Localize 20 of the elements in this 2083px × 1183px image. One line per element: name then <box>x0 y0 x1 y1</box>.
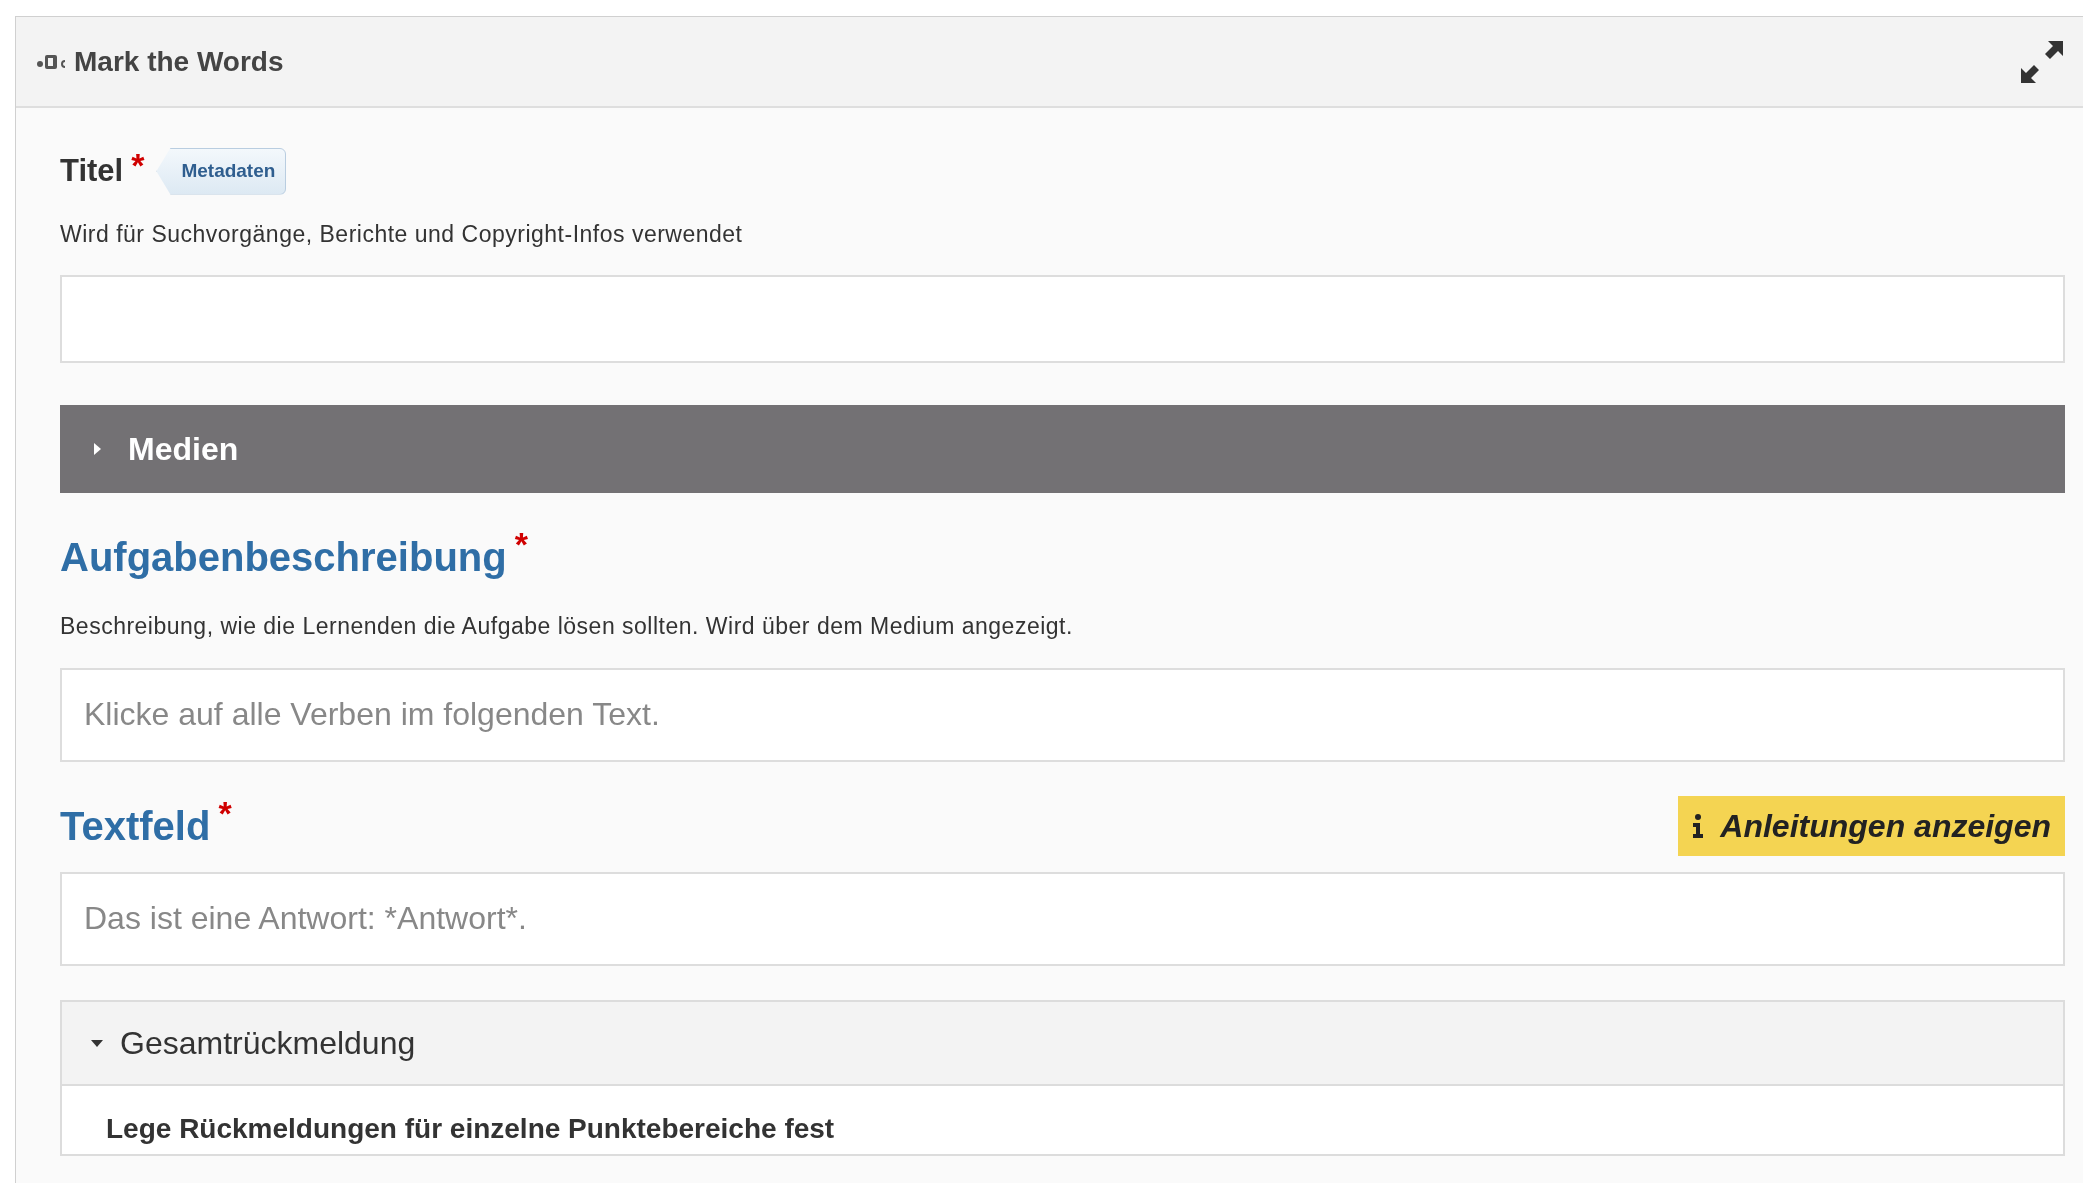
abc-icon <box>36 52 66 71</box>
field-label: Aufgabenbeschreibung <box>60 534 507 581</box>
window-title: Mark the Words <box>74 44 284 79</box>
panel-heading-text: Lege Rückmeldungen für einzelne Punktebereiche fest <box>105 1111 836 1146</box>
required-asterisk: * <box>131 148 145 182</box>
media-section-toggle[interactable]: Medien <box>60 405 2065 493</box>
field-label: Titel <box>60 152 124 190</box>
fullscreen-icon[interactable] <box>2021 40 2063 83</box>
instructions-button[interactable]: Anleitungen anzeigen <box>1678 795 2065 856</box>
text-input-field[interactable] <box>60 275 2065 363</box>
field-description: Beschreibung, wie die Lernenden die Aufgabe lösen sollten. Wird über dem Medium angezeigt. <box>60 612 1074 641</box>
field-label: Textfeld <box>60 802 211 850</box>
info-icon <box>1692 813 1705 838</box>
feedback-panel-header[interactable]: Gesamtrückmeldung <box>62 1001 2063 1086</box>
text-input-field[interactable]: Das ist eine Antwort: *Antwort*. <box>60 871 2065 966</box>
required-asterisk: * <box>218 795 232 830</box>
required-asterisk: * <box>514 527 528 561</box>
text-input-field[interactable]: Klicke auf alle Verben im folgenden Text. <box>60 667 2065 762</box>
field-description: Wird für Suchvorgänge, Berichte und Copyright-Infos verwendet <box>60 219 744 249</box>
metadata-tag[interactable]: Metadaten <box>156 148 287 195</box>
